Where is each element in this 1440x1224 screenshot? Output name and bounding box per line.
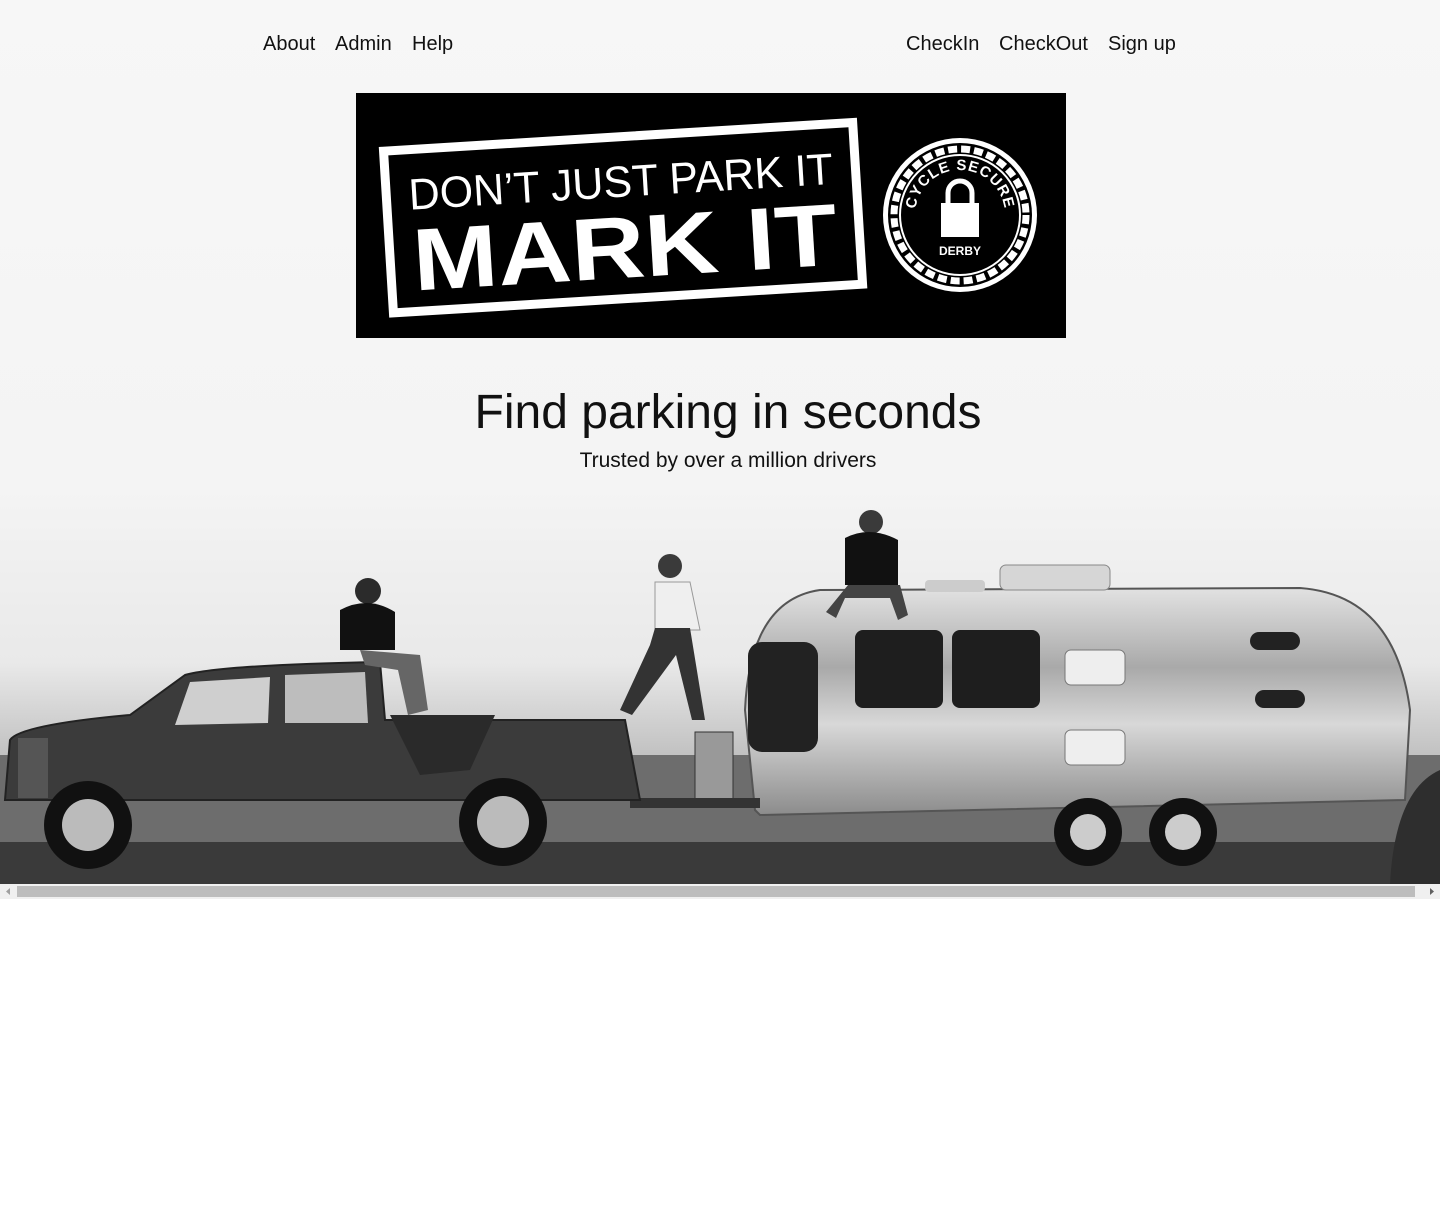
seal-bottom-text: DERBY [939, 244, 981, 258]
hero-title: Find parking in seconds [474, 386, 982, 439]
truck-trailer-photo [0, 510, 1440, 884]
nav-about-link[interactable]: About [263, 32, 315, 56]
logo-banner: DON’T JUST PARK IT MARK IT CYCLE SECURE … [356, 93, 1066, 338]
nav-help-link[interactable]: Help [412, 32, 453, 56]
logo-graphic: DON’T JUST PARK IT MARK IT CYCLE SECURE … [378, 117, 1037, 318]
nav-checkin-link[interactable]: CheckIn [906, 32, 979, 56]
hero-section: About Admin Help CheckIn CheckOut Sign u… [0, 0, 1440, 884]
scrollbar-thumb[interactable] [17, 886, 1415, 897]
nav-checkout-link[interactable]: CheckOut [999, 32, 1088, 56]
nav-signup-link[interactable]: Sign up [1108, 32, 1176, 56]
slogan-stamp: DON’T JUST PARK IT MARK IT [378, 117, 868, 318]
scroll-left-arrow-icon[interactable] [1, 886, 16, 897]
horizontal-scrollbar[interactable] [0, 884, 1440, 899]
nav-admin-link[interactable]: Admin [335, 32, 392, 56]
cycle-secure-seal: CYCLE SECURE DERBY [883, 138, 1037, 292]
scroll-right-arrow-icon[interactable] [1424, 886, 1439, 897]
